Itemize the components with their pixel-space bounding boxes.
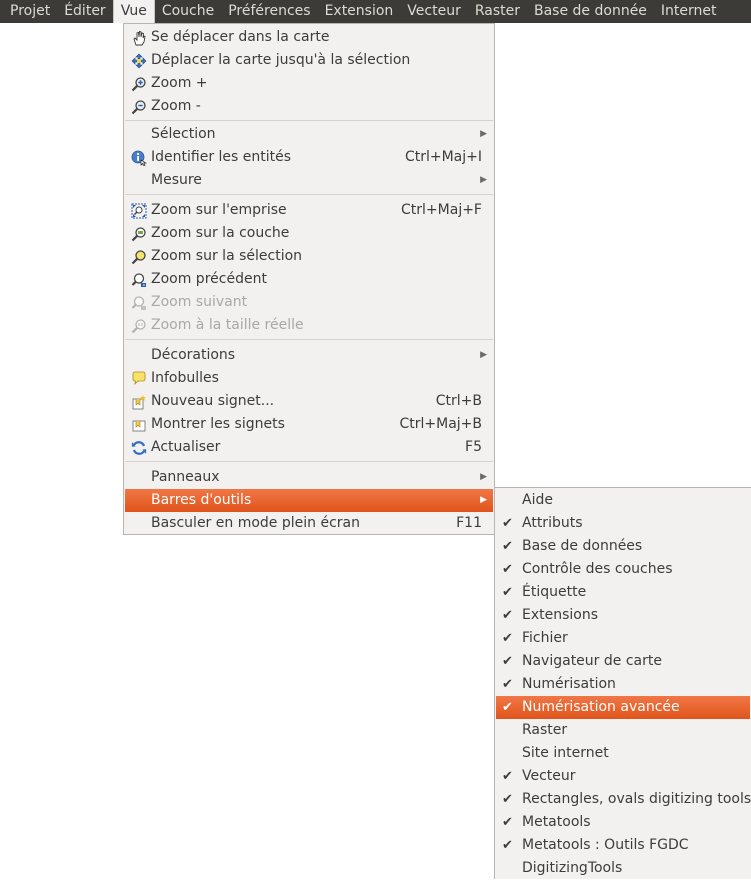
menu-item-decorations[interactable]: Décorations ▶ (125, 344, 493, 367)
menu-base-de-donnee[interactable]: Base de donnée (527, 0, 654, 23)
submenu-arrow-icon: ▶ (480, 495, 487, 505)
toolbar-toggle-site-internet[interactable]: Site internet (496, 742, 750, 765)
toolbar-toggle-rectangles-ovals[interactable]: ✔ Rectangles, ovals digitizing tools (496, 788, 751, 811)
menu-raster[interactable]: Raster (468, 0, 527, 23)
menu-vue[interactable]: Vue (112, 0, 155, 23)
checkmark-icon: ✔ (502, 815, 513, 830)
toolbar-toggle-base-de-donnees[interactable]: ✔ Base de données (496, 535, 750, 558)
submenu-arrow-icon: ▶ (480, 175, 487, 185)
menu-vecteur[interactable]: Vecteur (400, 0, 468, 23)
zoom-last-icon (130, 271, 147, 288)
menu-item-show-bookmarks[interactable]: Montrer les signets Ctrl+Maj+B (125, 413, 493, 436)
toolbar-toggle-etiquette[interactable]: ✔ Étiquette (496, 581, 750, 604)
checkmark-icon: ✔ (502, 585, 513, 600)
checkmark-icon: ✔ (502, 562, 513, 577)
toolbar-toggle-controle-des-couches[interactable]: ✔ Contrôle des couches (496, 558, 750, 581)
checkmark-icon: ✔ (502, 539, 513, 554)
menu-separator (125, 461, 493, 462)
checkmark-icon: ✔ (502, 516, 513, 531)
toolbar-toggle-metatools[interactable]: ✔ Metatools (496, 811, 750, 834)
map-tips-icon (130, 370, 147, 387)
menu-item-pan-to-selection[interactable]: Déplacer la carte jusqu'à la sélection (125, 49, 493, 72)
pan-to-selection-icon (130, 52, 147, 69)
menu-item-refresh[interactable]: Actualiser F5 (125, 436, 493, 459)
menu-item-panels[interactable]: Panneaux ▶ (125, 466, 493, 489)
menu-preferences[interactable]: Préférences (221, 0, 317, 23)
toolbar-toggle-raster[interactable]: Raster (496, 719, 750, 742)
zoom-layer-icon (130, 225, 147, 242)
menu-separator (125, 339, 493, 340)
zoom-in-icon (130, 75, 147, 92)
menu-item-pan[interactable]: Se déplacer dans la carte (125, 26, 493, 49)
toolbar-toggle-numerisation[interactable]: ✔ Numérisation (496, 673, 750, 696)
menu-bar: Projet Éditer Vue Couche Préférences Ext… (0, 0, 751, 23)
menu-item-zoom-out[interactable]: Zoom - (125, 95, 493, 118)
toolbar-toggle-navigateur-de-carte[interactable]: ✔ Navigateur de carte (496, 650, 750, 673)
zoom-out-icon (130, 98, 147, 115)
menu-item-zoom-full[interactable]: Zoom sur l'emprise Ctrl+Maj+F (125, 199, 493, 222)
checkmark-icon: ✔ (502, 608, 513, 623)
menu-item-zoom-layer[interactable]: Zoom sur la couche (125, 222, 493, 245)
menu-item-measure[interactable]: Mesure ▶ (125, 169, 493, 192)
menu-separator (125, 194, 493, 195)
toolbar-toggle-extensions[interactable]: ✔ Extensions (496, 604, 750, 627)
identify-icon (130, 149, 147, 166)
menu-item-new-bookmark[interactable]: Nouveau signet... Ctrl+B (125, 390, 493, 413)
checkmark-icon: ✔ (502, 700, 513, 715)
toolbar-toggle-numerisation-avancee[interactable]: ✔ Numérisation avancée (496, 696, 750, 719)
submenu-arrow-icon: ▶ (480, 472, 487, 482)
menu-item-zoom-next[interactable]: Zoom suivant (125, 291, 493, 314)
toolbar-toggle-aide[interactable]: Aide (496, 489, 750, 512)
menu-item-zoom-actual-size[interactable]: Zoom à la taille réelle (125, 314, 493, 337)
menu-couche[interactable]: Couche (155, 0, 221, 23)
menu-item-zoom-last[interactable]: Zoom précédent (125, 268, 493, 291)
zoom-full-icon (130, 202, 147, 219)
checkmark-icon: ✔ (502, 677, 513, 692)
submenu-arrow-icon: ▶ (480, 350, 487, 360)
menu-item-zoom-selection[interactable]: Zoom sur la sélection (125, 245, 493, 268)
toolbar-toggle-metatools-fgdc[interactable]: ✔ Metatools : Outils FGDC (496, 834, 750, 857)
submenu-arrow-icon: ▶ (480, 129, 487, 139)
zoom-actual-size-icon (130, 317, 147, 334)
menu-item-zoom-in[interactable]: Zoom + (125, 72, 493, 95)
checkmark-icon: ✔ (502, 631, 513, 646)
vue-dropdown-menu: Se déplacer dans la carte Déplacer la ca… (123, 23, 495, 535)
new-bookmark-icon (130, 393, 147, 410)
menu-item-toolbars[interactable]: Barres d'outils ▶ (125, 489, 493, 512)
menu-projet[interactable]: Projet (0, 0, 57, 23)
toolbar-toggle-fichier[interactable]: ✔ Fichier (496, 627, 750, 650)
checkmark-icon: ✔ (502, 838, 513, 853)
zoom-next-icon (130, 294, 147, 311)
toolbar-toggle-vecteur[interactable]: ✔ Vecteur (496, 765, 750, 788)
menu-separator (125, 120, 493, 121)
menu-internet[interactable]: Internet (654, 0, 724, 23)
menu-extension[interactable]: Extension (318, 0, 401, 23)
pan-hand-icon (130, 29, 147, 46)
checkmark-icon: ✔ (502, 792, 513, 807)
toolbar-toggle-digitizingtools[interactable]: DigitizingTools (496, 857, 750, 880)
menu-item-map-tips[interactable]: Infobulles (125, 367, 493, 390)
refresh-icon (130, 439, 147, 456)
menu-item-selection[interactable]: Sélection ▶ (125, 123, 493, 146)
zoom-selection-icon (130, 248, 147, 265)
checkmark-icon: ✔ (502, 654, 513, 669)
menu-editer[interactable]: Éditer (57, 0, 112, 23)
checkmark-icon: ✔ (502, 769, 513, 784)
show-bookmarks-icon (130, 416, 147, 433)
menu-item-identify[interactable]: Identifier les entités Ctrl+Maj+I (125, 146, 493, 169)
toolbars-submenu: Aide ✔ Attributs ✔ Base de données ✔ Con… (494, 487, 751, 879)
toolbar-toggle-attributs[interactable]: ✔ Attributs (496, 512, 750, 535)
menu-item-fullscreen[interactable]: Basculer en mode plein écran F11 (125, 512, 493, 535)
